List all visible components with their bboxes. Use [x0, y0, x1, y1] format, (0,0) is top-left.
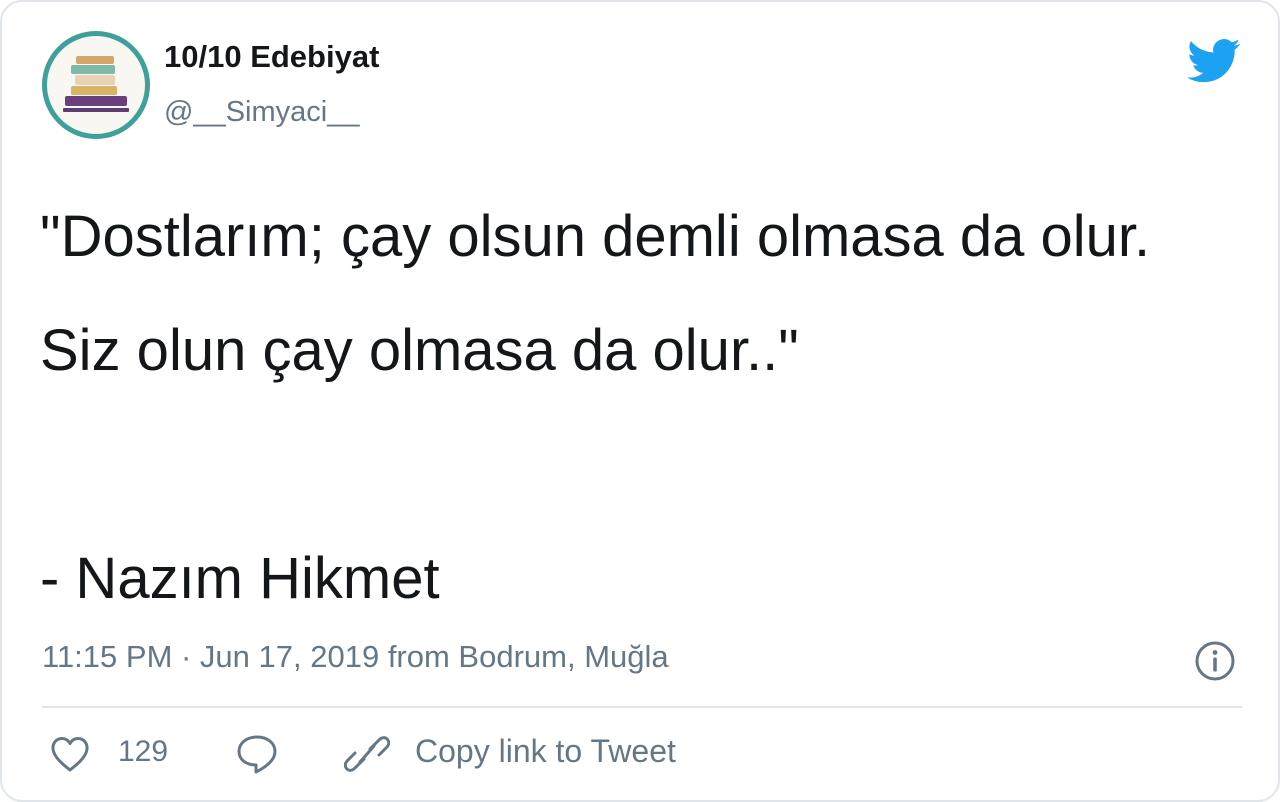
twitter-bird-icon[interactable]	[1187, 38, 1241, 84]
tweet-timestamp-location[interactable]: 11:15 PM · Jun 17, 2019 from Bodrum, Muğ…	[42, 639, 669, 675]
avatar[interactable]	[42, 31, 150, 139]
reply-bubble-icon[interactable]	[234, 732, 280, 776]
divider	[42, 706, 1242, 708]
display-name[interactable]: 10/10 Edebiyat	[164, 39, 379, 75]
copy-link-button[interactable]: Copy link to Tweet	[415, 733, 676, 770]
tweet-card: 10/10 Edebiyat @__Simyaci__ "Dostlarım; …	[0, 0, 1280, 802]
like-count[interactable]: 129	[118, 735, 168, 769]
user-handle[interactable]: @__Simyaci__	[164, 96, 359, 129]
link-icon[interactable]	[344, 732, 390, 776]
info-icon[interactable]	[1194, 640, 1236, 682]
heart-icon[interactable]	[48, 732, 92, 776]
tweet-text: "Dostlarım; çay olsun demli olmasa da ol…	[40, 204, 1151, 611]
stacked-books-icon	[63, 56, 129, 112]
